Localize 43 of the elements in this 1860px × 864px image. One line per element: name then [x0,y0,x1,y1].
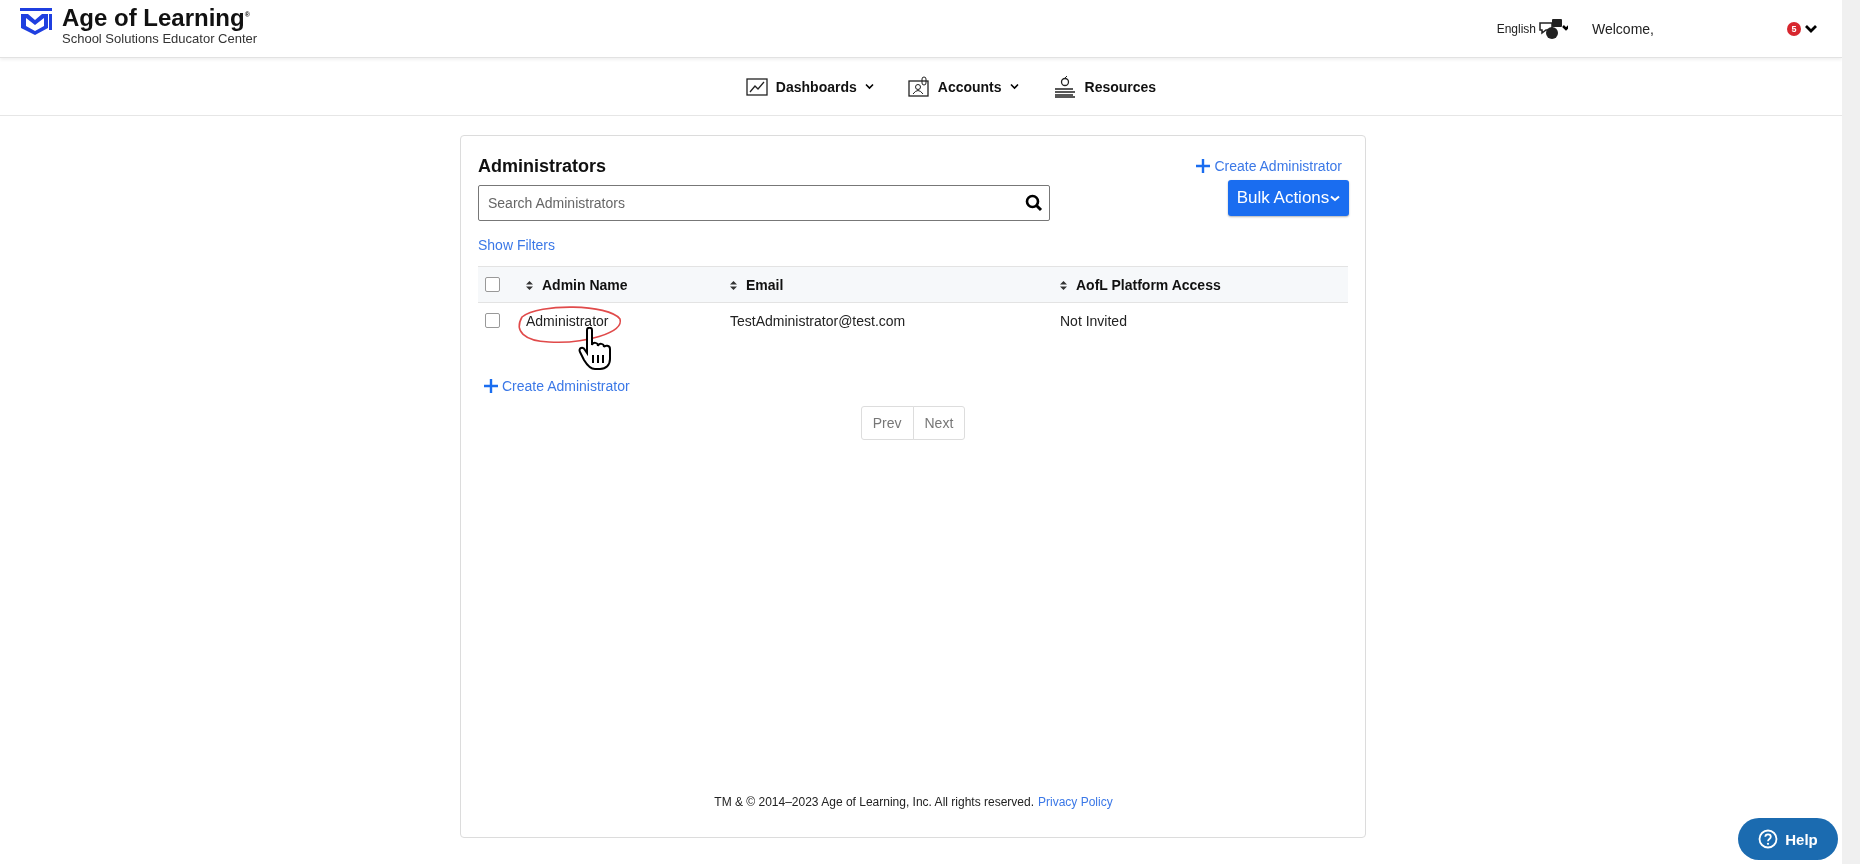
copyright-text: TM & © 2014–2023 Age of Learning, Inc. All rights reserved. [714,795,1034,809]
brand-name[interactable]: Age of Learning$^{®}$ [62,1,258,31]
pagination-button[interactable]: Next [912,406,966,440]
column-header[interactable]: AofL Platform Access [1060,266,1348,303]
user-menu[interactable]: 5 [1787,21,1818,36]
column-header[interactable]: Admin Name [526,266,730,303]
show-filters-link[interactable]: Show Filters [478,237,556,253]
caret-icon[interactable] [1009,83,1019,90]
books-apple-icon [1052,74,1077,99]
bulk-actions-button[interactable]: Bulk Actions [1228,180,1349,216]
create-administrator-link[interactable]: Create Administrator [1196,158,1342,174]
help-button[interactable]: Help [1738,818,1838,860]
chart-icon [745,76,768,97]
column-header[interactable]: Email [730,266,1060,303]
notification-badge: 5 [1787,21,1801,36]
scrollbar[interactable] [1842,0,1860,864]
plus-icon[interactable] [484,379,498,393]
sort-icon[interactable] [1060,280,1067,290]
profile-card-icon [907,75,930,98]
logo-icon [18,7,54,36]
sort-icon[interactable] [730,280,737,290]
caret-icon[interactable] [864,83,874,90]
pagination-button[interactable]: Prev [860,406,914,440]
create-administrator-link[interactable]: Create Administrator [484,378,630,394]
language-chat-icon[interactable] [1538,17,1568,40]
caret-icon[interactable] [1804,23,1818,34]
welcome-text: Welcome, [1592,20,1655,37]
table-cell: TestAdministrator@test.com [730,312,906,329]
sort-icon[interactable] [526,280,533,290]
plus-icon[interactable] [1196,159,1211,173]
search-field[interactable]: Search Administrators [478,185,1050,221]
nav-item[interactable]: Accounts [907,75,1019,98]
select-all-checkbox[interactable] [485,277,500,292]
table-cell: Not Invited [1060,312,1127,329]
privacy-policy-link[interactable]: Privacy Policy [1038,795,1113,809]
search-icon[interactable] [1025,194,1043,212]
language-selector[interactable]: English [1496,17,1568,40]
help-icon[interactable] [1758,829,1779,849]
nav-item[interactable]: Dashboards [745,76,874,97]
nav-item[interactable]: Resources [1052,74,1157,99]
brand-subtitle: School Solutions Educator Center [62,30,258,46]
row-checkbox[interactable] [485,313,500,328]
page-title: Administrators [478,156,607,177]
